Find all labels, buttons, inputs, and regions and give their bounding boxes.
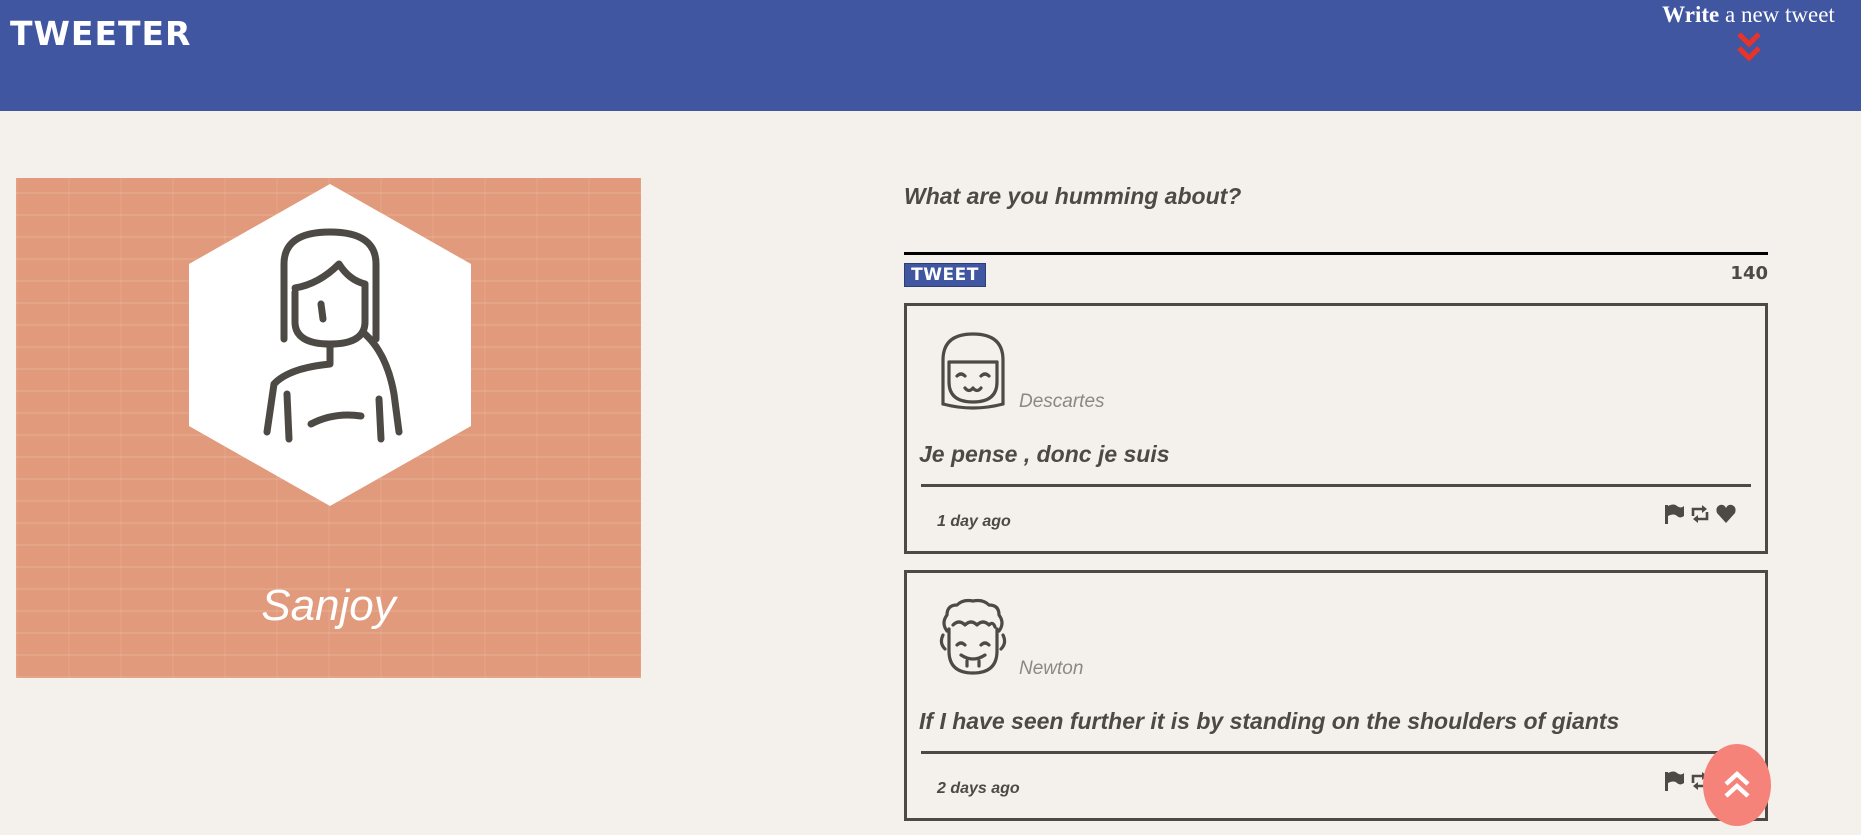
tweet-input-prompt[interactable]: What are you humming about? (904, 183, 1241, 210)
tweet-card: Descartes Je pense , donc je suis 1 day … (904, 303, 1768, 554)
composer-underline (904, 252, 1768, 255)
tweet-author-handle[interactable]: Newton (1019, 658, 1083, 680)
double-chevron-down-icon[interactable] (1736, 30, 1762, 64)
compose-label-bold: Write (1662, 2, 1720, 27)
tweet-divider (921, 751, 1751, 754)
profile-username: Sanjoy (261, 581, 396, 630)
brand-logo[interactable]: TWEETER (10, 14, 191, 53)
char-counter: 140 (1730, 263, 1768, 284)
tweet-content: Je pense , donc je suis (919, 441, 1170, 467)
tweet-content: If I have seen further it is by standing… (919, 708, 1620, 734)
girl-avatar-icon (941, 332, 1005, 410)
write-new-tweet-toggle[interactable]: Write a new tweet (1661, 2, 1836, 64)
tweet-button[interactable]: TWEET (904, 263, 986, 287)
tweet-divider (921, 484, 1751, 487)
tweet-author-handle[interactable]: Descartes (1019, 391, 1105, 413)
compose-label-rest: a new tweet (1724, 2, 1835, 27)
flag-icon[interactable] (1663, 503, 1685, 525)
tweet-card: Newton If I have seen further it is by s… (904, 570, 1768, 821)
profile-avatar (189, 184, 471, 506)
tweet-timestamp: 1 day ago (937, 513, 1011, 530)
tweet-timestamp: 2 days ago (937, 780, 1020, 797)
profile-card: Sanjoy (16, 178, 641, 678)
curly-hair-avatar-icon (939, 598, 1007, 675)
retweet-icon[interactable] (1689, 503, 1711, 525)
tweet-actions (1663, 503, 1737, 525)
heart-icon[interactable] (1715, 503, 1737, 525)
scroll-to-top-button[interactable] (1703, 744, 1771, 826)
double-chevron-up-icon (1724, 770, 1750, 798)
flag-icon[interactable] (1663, 770, 1685, 792)
navbar: TWEETER Write a new tweet (0, 0, 1861, 111)
